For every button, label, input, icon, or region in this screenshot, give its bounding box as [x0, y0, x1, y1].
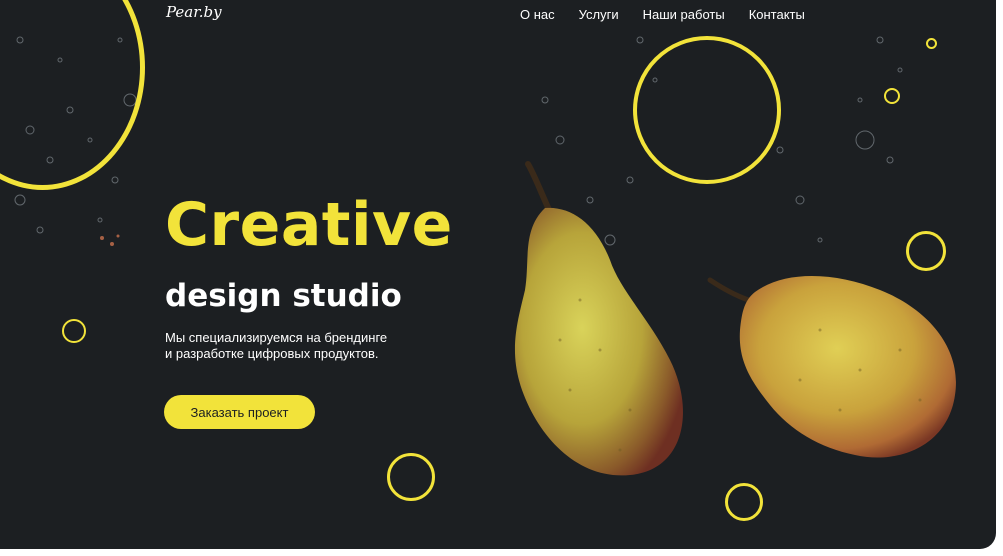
hero-description-line: Мы специализируемся на брендинге — [165, 330, 388, 345]
pears-in-water-image — [514, 161, 956, 476]
site-header: Pear.by О нас Услуги Наши работы Контакт… — [0, 0, 996, 30]
yellow-ring-icon — [926, 38, 937, 49]
nav-item-contacts[interactable]: Контакты — [749, 7, 805, 22]
hero-title: Creative — [165, 190, 453, 260]
nav-item-services[interactable]: Услуги — [579, 7, 619, 22]
landing-page: Pear.by О нас Услуги Наши работы Контакт… — [0, 0, 996, 549]
yellow-ring-icon — [884, 88, 900, 104]
hero-description: Мы специализируемся на брендинге и разра… — [165, 330, 387, 362]
hero-subtitle: design studio — [165, 278, 402, 314]
nav-item-portfolio[interactable]: Наши работы — [643, 7, 725, 22]
hero-description-line: и разработке цифровых продуктов. — [165, 346, 379, 361]
main-nav: О нас Услуги Наши работы Контакты — [520, 7, 829, 22]
nav-item-about[interactable]: О нас — [520, 7, 555, 22]
yellow-ring-icon — [387, 453, 435, 501]
order-project-button[interactable]: Заказать проект — [164, 395, 315, 429]
site-logo[interactable]: Pear.by — [166, 3, 222, 21]
yellow-ring-icon — [62, 319, 86, 343]
